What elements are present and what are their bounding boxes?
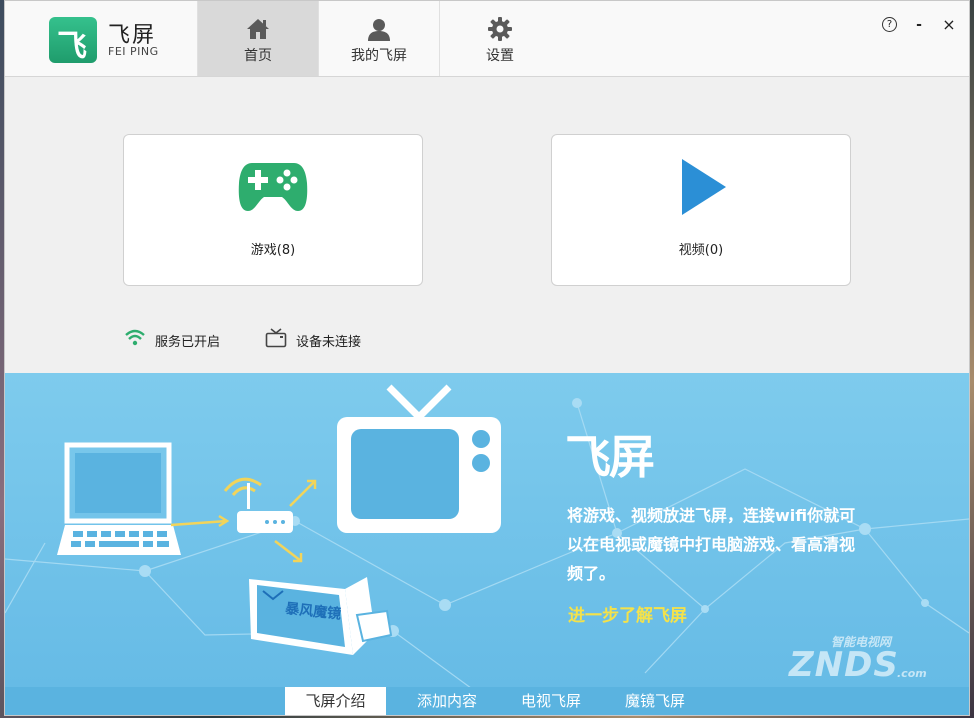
logo-glyph: 飞 — [57, 29, 87, 64]
device-status: 设备未连接 — [296, 335, 362, 350]
watermark-suffix: .com — [897, 667, 927, 680]
app-logo: 飞 — [49, 17, 97, 64]
tab-settings-label: 设置 — [486, 48, 514, 64]
minimize-button[interactable]: - — [911, 17, 927, 33]
laptop-icon — [57, 442, 181, 555]
banner-description: 将游戏、视频放进飞屏，连接wifi你就可以在电视或魔镜中打电脑游戏、看高清视频了… — [567, 506, 856, 583]
wifi-icon — [125, 329, 145, 346]
title-bar: 飞 飞屏 FEI PING 首页 我的飞屏 设置 ? - × — [5, 1, 969, 77]
tab-intro[interactable]: 飞屏介绍 — [285, 687, 386, 715]
app-name-en: FEI PING — [108, 45, 159, 58]
bottom-tab-bar: 飞屏介绍 添加内容 电视飞屏 魔镜飞屏 — [5, 687, 969, 715]
vr-headset-icon: 暴风魔镜 — [249, 577, 393, 655]
games-card[interactable]: 游戏(8) — [123, 134, 423, 286]
watermark-logo: ZNDS — [789, 645, 899, 685]
play-icon — [682, 159, 726, 215]
tab-vr-feiping[interactable]: 魔镜飞屏 — [605, 687, 705, 715]
tab-my-feiping-label: 我的飞屏 — [351, 48, 407, 64]
learn-more-link[interactable]: 进一步了解飞屏 — [568, 601, 687, 626]
videos-label: 视频(0) — [678, 243, 724, 258]
gear-icon — [488, 17, 512, 41]
tv-icon — [265, 328, 287, 348]
tab-home-label: 首页 — [244, 48, 272, 64]
gamepad-icon — [238, 163, 308, 211]
tab-add-content[interactable]: 添加内容 — [397, 687, 497, 715]
app-window: 飞 飞屏 FEI PING 首页 我的飞屏 设置 ? - × 游戏(8) 视频(… — [4, 0, 970, 716]
games-label: 游戏(8) — [250, 243, 296, 258]
banner-title: 飞屏 — [565, 430, 655, 484]
home-icon — [247, 19, 269, 39]
tab-my-feiping[interactable]: 我的飞屏 — [318, 1, 439, 76]
help-button[interactable]: ? — [882, 17, 897, 32]
close-button[interactable]: × — [941, 17, 957, 33]
tab-settings[interactable]: 设置 — [439, 1, 560, 76]
tab-home[interactable]: 首页 — [197, 1, 318, 76]
user-icon — [368, 19, 390, 41]
service-status: 服务已开启 — [155, 335, 221, 350]
tab-tv-feiping[interactable]: 电视飞屏 — [501, 687, 601, 715]
television-icon — [337, 384, 501, 533]
videos-card[interactable]: 视频(0) — [551, 134, 851, 286]
router-icon — [223, 477, 293, 533]
